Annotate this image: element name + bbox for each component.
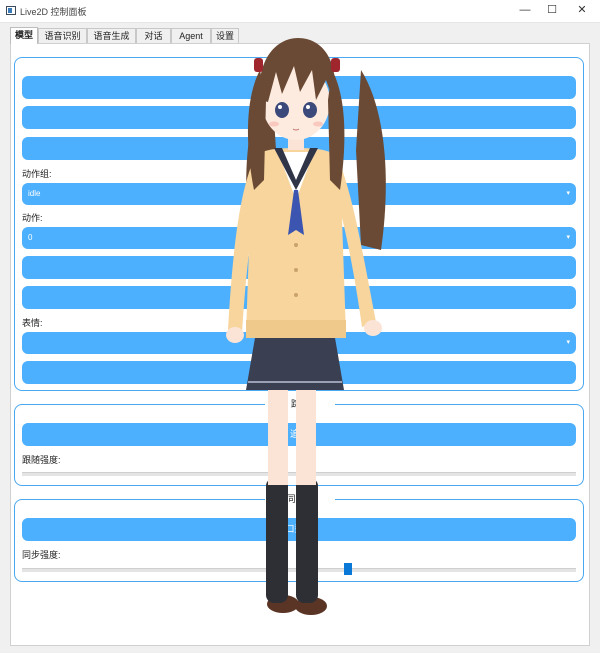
tab-model[interactable]: 模型 (10, 27, 38, 44)
chevron-down-icon: ▾ (566, 234, 570, 241)
close-button[interactable]: ✕ (567, 0, 597, 22)
chevron-down-icon: ▾ (566, 339, 570, 346)
tab-speech-generation[interactable]: 语音生成 (87, 28, 136, 43)
motion-label: 动作: (22, 213, 43, 223)
tab-agent[interactable]: Agent (171, 28, 211, 43)
tracking-strength-label: 跟随强度: (22, 455, 61, 465)
chevron-down-icon: ▾ (566, 190, 570, 197)
live2d-character[interactable] (216, 30, 416, 630)
tab-dialog[interactable]: 对话 (136, 28, 171, 43)
window-title: Live2D 控制面板 (20, 7, 87, 17)
lipsync-strength-label: 同步强度: (22, 550, 61, 560)
maximize-button[interactable]: ☐ (537, 0, 567, 22)
expression-label: 表情: (22, 318, 43, 328)
motion-group-value: idle (28, 189, 41, 198)
motion-group-label: 动作组: (22, 169, 52, 179)
motion-value: 0 (28, 233, 33, 242)
minimize-button[interactable]: — (510, 0, 540, 22)
tab-speech-recognition[interactable]: 语音识别 (38, 28, 87, 43)
app-icon (6, 6, 16, 15)
title-bar: Live2D 控制面板 — ☐ ✕ (0, 0, 600, 23)
